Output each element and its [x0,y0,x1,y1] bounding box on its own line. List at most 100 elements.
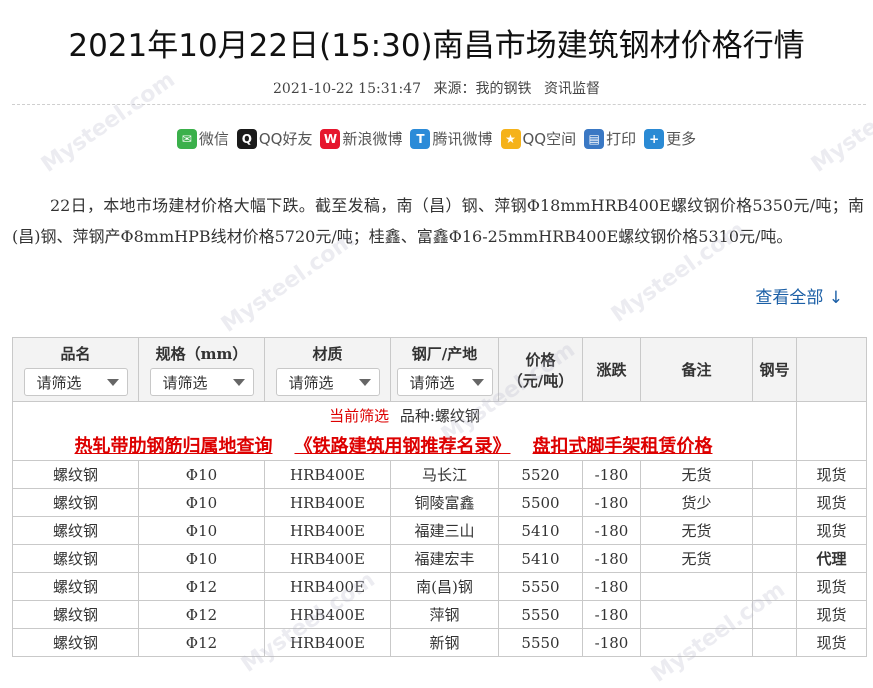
table-row: 螺纹钢 Φ12 HRB400E 新钢 5550 -180 现货 [12,628,867,657]
cell-status-link[interactable]: 现货 [796,460,867,489]
wechat-icon: ✉ [176,128,197,149]
cell-spec: Φ12 [138,572,265,601]
cell-status-link[interactable]: 现货 [796,572,867,601]
cell-origin: 新钢 [390,628,499,657]
col-spec-label: 规格（mm） [155,345,248,363]
cell-note: 无货 [640,460,753,489]
cell-steel-no [752,516,797,545]
cell-material: HRB400E [264,516,391,545]
col-origin: 钢厂/产地 请筛选 [390,337,499,402]
current-filter-value: 品种:螺纹钢 [399,406,480,425]
current-filter-label: 当前筛选 [329,406,390,425]
share-bar: ✉ 微信 Q QQ好友 W 新浪微博 T 腾讯微博 ★ QQ空间 ▤ 打印 + 更多 [0,128,873,149]
promo-link[interactable]: 《铁路建筑用钢推荐名录》 [295,436,511,457]
cell-name: 螺纹钢 [12,516,139,545]
filter-name-select[interactable]: 请筛选 [23,368,128,396]
article-meta: 2021-10-22 15:31:47 来源：我的钢铁 资讯监督 [0,78,873,98]
filter-spec-select[interactable]: 请筛选 [149,368,254,396]
share-label: 更多 [666,130,697,148]
filter-origin-value: 请筛选 [409,373,455,392]
cell-spec: Φ12 [138,600,265,629]
cell-material: HRB400E [264,544,391,573]
divider [12,104,866,105]
promo-links: 热轧带肋钢筋归属地查询 《铁路建筑用钢推荐名录》 盘扣式脚手架租赁价格 [13,432,796,458]
cell-steel-no [752,544,797,573]
cell-price: 5550 [498,600,583,629]
col-change: 涨跌 [582,337,641,402]
cell-name: 螺纹钢 [12,600,139,629]
cell-price: 5520 [498,460,583,489]
cell-origin: 马长江 [390,460,499,489]
publish-datetime: 2021-10-22 15:31:47 [273,81,422,97]
cell-spec: Φ10 [138,488,265,517]
share-label: 打印 [606,130,637,148]
col-price: 价格 （元/吨） [498,337,583,402]
chevron-down-icon [106,378,119,386]
cell-status-link[interactable]: 现货 [796,600,867,629]
table-row: 螺纹钢 Φ12 HRB400E 萍钢 5550 -180 现货 [12,600,867,629]
cell-change: -180 [582,460,641,489]
cell-material: HRB400E [264,628,391,657]
qq-icon: Q [236,128,257,149]
share-print[interactable]: ▤ 打印 [584,128,636,149]
cell-name: 螺纹钢 [12,460,139,489]
cell-material: HRB400E [264,488,391,517]
cell-note [640,628,753,657]
share-qq[interactable]: Q QQ好友 [236,128,313,149]
col-steel-no: 钢号 [752,337,797,402]
cell-steel-no [752,488,797,517]
cell-status-link[interactable]: 现货 [796,488,867,517]
share-label: QQ空间 [522,130,577,148]
cell-change: -180 [582,544,641,573]
col-price-label: 价格 [525,350,556,369]
promo-link[interactable]: 盘扣式脚手架租赁价格 [533,436,713,457]
cell-spec: Φ10 [138,460,265,489]
cell-status-link[interactable]: 代理 [796,544,867,573]
filter-material-value: 请筛选 [288,373,334,392]
cell-price: 5550 [498,628,583,657]
share-more[interactable]: + 更多 [644,128,696,149]
cell-status-link[interactable]: 现货 [796,628,867,657]
table-row: 螺纹钢 Φ10 HRB400E 福建宏丰 5410 -180 无货 代理 [12,544,867,573]
col-material-label: 材质 [312,345,343,363]
cell-steel-no [752,460,797,489]
promo-link[interactable]: 热轧带肋钢筋归属地查询 [75,436,273,457]
page-title: 2021年10月22日(15:30)南昌市场建筑钢材价格行情 [68,28,805,64]
cell-steel-no [752,628,797,657]
filter-origin-select[interactable]: 请筛选 [396,368,493,396]
cell-status-link[interactable]: 现货 [796,516,867,545]
more-icon: + [644,128,665,149]
col-spec: 规格（mm） 请筛选 [138,337,265,402]
filter-material-select[interactable]: 请筛选 [275,368,380,396]
col-name: 品名 请筛选 [12,337,139,402]
share-tencent-weibo[interactable]: T 腾讯微博 [410,128,493,149]
cell-spec: Φ10 [138,544,265,573]
view-all-link[interactable]: 查看全部 ↓ [755,283,843,308]
cell-change: -180 [582,516,641,545]
col-extra [796,337,867,402]
share-qzone[interactable]: ★ QQ空间 [500,128,577,149]
table-row: 螺纹钢 Φ10 HRB400E 福建三山 5410 -180 无货 现货 [12,516,867,545]
cell-price: 5500 [498,488,583,517]
cell-spec: Φ12 [138,628,265,657]
share-weibo[interactable]: W 新浪微博 [320,128,402,149]
col-price-unit: （元/吨） [507,371,574,390]
cell-origin: 萍钢 [390,600,499,629]
cell-price: 5410 [498,544,583,573]
share-wechat[interactable]: ✉ 微信 [176,128,229,149]
cell-note: 货少 [640,488,753,517]
category-label[interactable]: 资讯监督 [544,81,600,97]
price-table: 品名 请筛选 规格（mm） 请筛选 材质 请筛选 钢厂/产地 请筛选 价格 （元… [12,337,867,657]
source-label[interactable]: 来源：我的钢铁 [434,81,532,97]
cell-change: -180 [582,628,641,657]
cell-name: 螺纹钢 [12,628,139,657]
share-label: QQ好友 [258,130,313,148]
cell-change: -180 [582,572,641,601]
cell-steel-no [752,572,797,601]
cell-material: HRB400E [264,600,391,629]
cell-material: HRB400E [264,460,391,489]
cell-spec: Φ10 [138,516,265,545]
weibo-icon: W [320,128,341,149]
article-body: 22日，本地市场建材价格大幅下跌。截至发稿，南（昌）钢、萍钢Φ18mmHRB40… [12,196,864,246]
cell-change: -180 [582,488,641,517]
